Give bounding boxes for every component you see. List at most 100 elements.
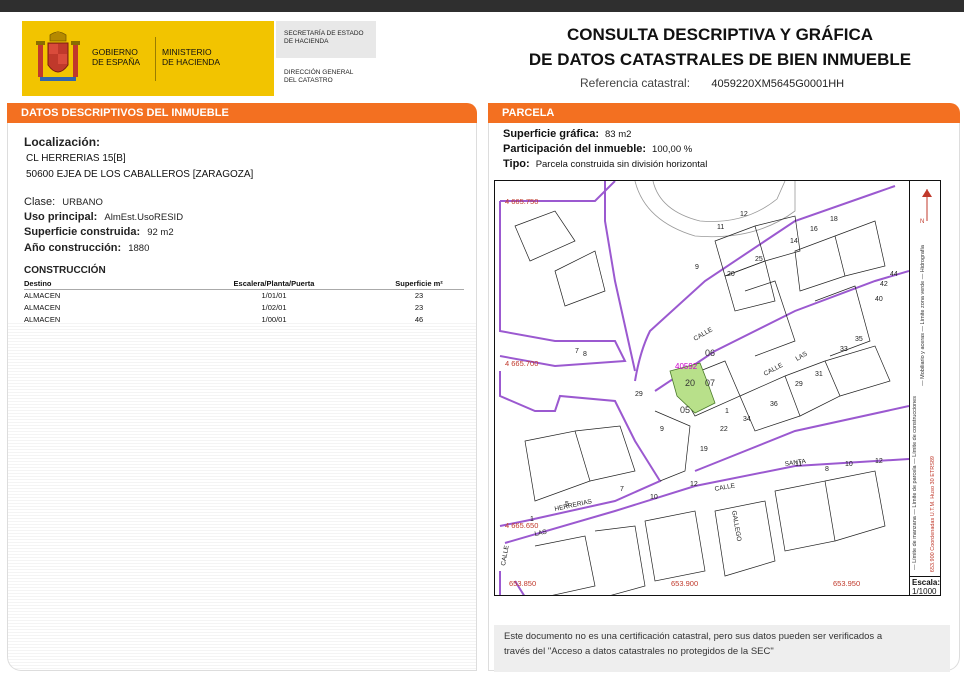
svg-text:9: 9	[660, 426, 664, 433]
use-label: Uso principal:	[24, 211, 98, 223]
svg-text:44: 44	[890, 271, 898, 278]
descriptive-panel: Localización: CL HERRERIAS 15[B] 50600 E…	[7, 123, 477, 671]
svg-text:25: 25	[755, 256, 763, 263]
coordinate-label: 653.950	[833, 579, 860, 588]
svg-text:11: 11	[717, 224, 724, 231]
ref-value: 4059220XM5645G0001HH	[711, 78, 845, 90]
coordinate-label: 653.900	[671, 579, 698, 588]
graphic-area-value: 83 m2	[604, 129, 632, 140]
svg-text:22: 22	[720, 426, 728, 433]
directorate-label: DIRECCIÓN GENERAL DEL CATASTRO	[284, 69, 354, 84]
table-row: ALMACEN 1/02/01 23	[24, 301, 464, 313]
class-label: Clase:	[24, 196, 56, 208]
svg-text:36: 36	[770, 401, 778, 408]
svg-text:34: 34	[743, 416, 751, 423]
class-value: URBANO	[62, 197, 103, 208]
participation-row: Participación del inmueble: 100,00 %	[503, 143, 692, 155]
secretary-block: SECRETARÍA DE ESTADO DE HACIENDA DIRECCI…	[276, 21, 376, 96]
parcel-panel: Superficie gráfica: 83 m2 Participación d…	[488, 123, 960, 671]
area-label: Superficie construida:	[24, 226, 141, 238]
legend-coords: 653.900 Coordenadas U.T.M. Huso 30 ETRS8…	[930, 455, 936, 572]
cell-superficie: 46	[414, 314, 424, 324]
map-drawing: 12119 202514 16188 7299 192234 362931 33…	[499, 181, 909, 595]
svg-text:19: 19	[700, 446, 708, 453]
svg-text:31: 31	[815, 371, 823, 378]
north-arrow-icon: N	[920, 189, 932, 225]
table-row: ALMACEN 1/00/01 46	[24, 313, 464, 325]
coordinate-label: 4 665.700	[505, 359, 538, 368]
header-superficie: Superficie m²	[395, 278, 443, 288]
svg-text:N: N	[920, 219, 924, 225]
top-bar	[0, 0, 964, 12]
scale-label: Escala:	[912, 578, 941, 587]
street-label: CALLE	[693, 326, 715, 343]
scale-box: Escala: 1/1000	[909, 576, 941, 595]
disclaimer-line-2: través del "Acceso a datos catastrales n…	[504, 646, 774, 657]
construction-table: Destino Escalera/Planta/Puerta Superfici…	[24, 278, 464, 325]
cell-superficie: 23	[414, 290, 424, 300]
class-row: Clase: URBANO	[24, 196, 103, 208]
year-label: Año construcción:	[24, 242, 122, 254]
use-value: AlmEst.UsoRESID	[104, 212, 184, 223]
parcel-id: 07	[705, 378, 715, 388]
svg-text:16: 16	[810, 226, 818, 233]
street-label: CALLE	[763, 362, 785, 378]
government-label: GOBIERNO DE ESPAÑA	[92, 47, 141, 67]
street-label: LAS	[795, 350, 810, 363]
coordinate-label: 4 665.750	[505, 197, 538, 206]
cell-destino: ALMACEN	[24, 302, 61, 312]
svg-text:12: 12	[740, 211, 748, 218]
secretary-label: SECRETARÍA DE ESTADO DE HACIENDA	[284, 30, 364, 45]
map-legend: N — Límite de manzana — Límite de parcel…	[909, 181, 940, 576]
svg-text:40: 40	[875, 296, 883, 303]
area-row: Superficie construida: 92 m2	[24, 226, 174, 238]
svg-text:7: 7	[575, 348, 579, 355]
address-line-1: CL HERRERIAS 15[B]	[26, 153, 126, 164]
legend-items-1: — Límite de manzana — Límite de parcela …	[912, 396, 918, 570]
graphic-area-row: Superficie gráfica: 83 m2	[503, 128, 631, 140]
cadastral-map[interactable]: 12 11 9 20 25 14 16 18 8 7 29 9 19 22 34 36 29 31 33…	[494, 180, 941, 596]
parcel-ref: 40592	[675, 362, 698, 371]
year-row: Año construcción: 1880	[24, 242, 149, 254]
location-label: Localización:	[24, 135, 101, 149]
type-row: Tipo: Parcela construida sin división hor…	[503, 158, 707, 170]
descriptive-section-header: DATOS DESCRIPTIVOS DEL INMUEBLE	[7, 103, 477, 129]
coordinate-label: 653.850	[509, 579, 536, 588]
ministry-label: MINISTERIO DE HACIENDA	[162, 47, 221, 67]
street-label: SANTA	[784, 458, 807, 468]
cell-escalera: 1/00/01	[261, 314, 287, 324]
participation-label: Participación del inmueble:	[503, 143, 647, 155]
parcel-id: 05	[680, 405, 690, 415]
cell-destino: ALMACEN	[24, 314, 61, 324]
cell-escalera: 1/02/01	[261, 302, 287, 312]
cadastral-reference: Referencia catastral: 4059220XM5645G0001…	[580, 76, 844, 90]
type-label: Tipo:	[503, 158, 530, 170]
cell-superficie: 23	[414, 302, 424, 312]
svg-text:9: 9	[695, 264, 699, 271]
svg-text:18: 18	[830, 216, 838, 223]
legend-items-2: — Mobiliario y aceras — Límite zona verd…	[920, 245, 926, 386]
type-value: Parcela construida sin división horizont…	[535, 159, 708, 170]
svg-text:8: 8	[825, 466, 829, 473]
parcel-id: 20	[685, 378, 695, 388]
disclaimer-line-1: Este documento no es una certificación c…	[504, 631, 883, 642]
disclaimer: Este documento no es una certificación c…	[494, 625, 950, 672]
street-label: CALLE	[714, 482, 736, 493]
svg-text:20: 20	[727, 271, 735, 278]
cell-destino: ALMACEN	[24, 290, 61, 300]
document-title: CONSULTA DESCRIPTIVA Y GRÁFICA DE DATOS …	[528, 25, 912, 69]
header-escalera: Escalera/Planta/Puerta	[233, 278, 315, 288]
street-label: GALLEGO	[730, 510, 742, 542]
parcel-id: 06	[705, 348, 715, 358]
svg-text:8: 8	[583, 351, 587, 358]
year-value: 1880	[128, 243, 150, 254]
svg-text:7: 7	[620, 486, 624, 493]
svg-text:12: 12	[690, 481, 698, 488]
area-value: 92 m2	[147, 227, 174, 238]
svg-text:12: 12	[875, 458, 883, 465]
svg-text:29: 29	[635, 391, 643, 398]
graphic-area-label: Superficie gráfica:	[503, 128, 599, 140]
cell-escalera: 1/01/01	[261, 290, 287, 300]
header-destino: Destino	[24, 278, 52, 288]
ref-label: Referencia catastral:	[580, 76, 691, 90]
